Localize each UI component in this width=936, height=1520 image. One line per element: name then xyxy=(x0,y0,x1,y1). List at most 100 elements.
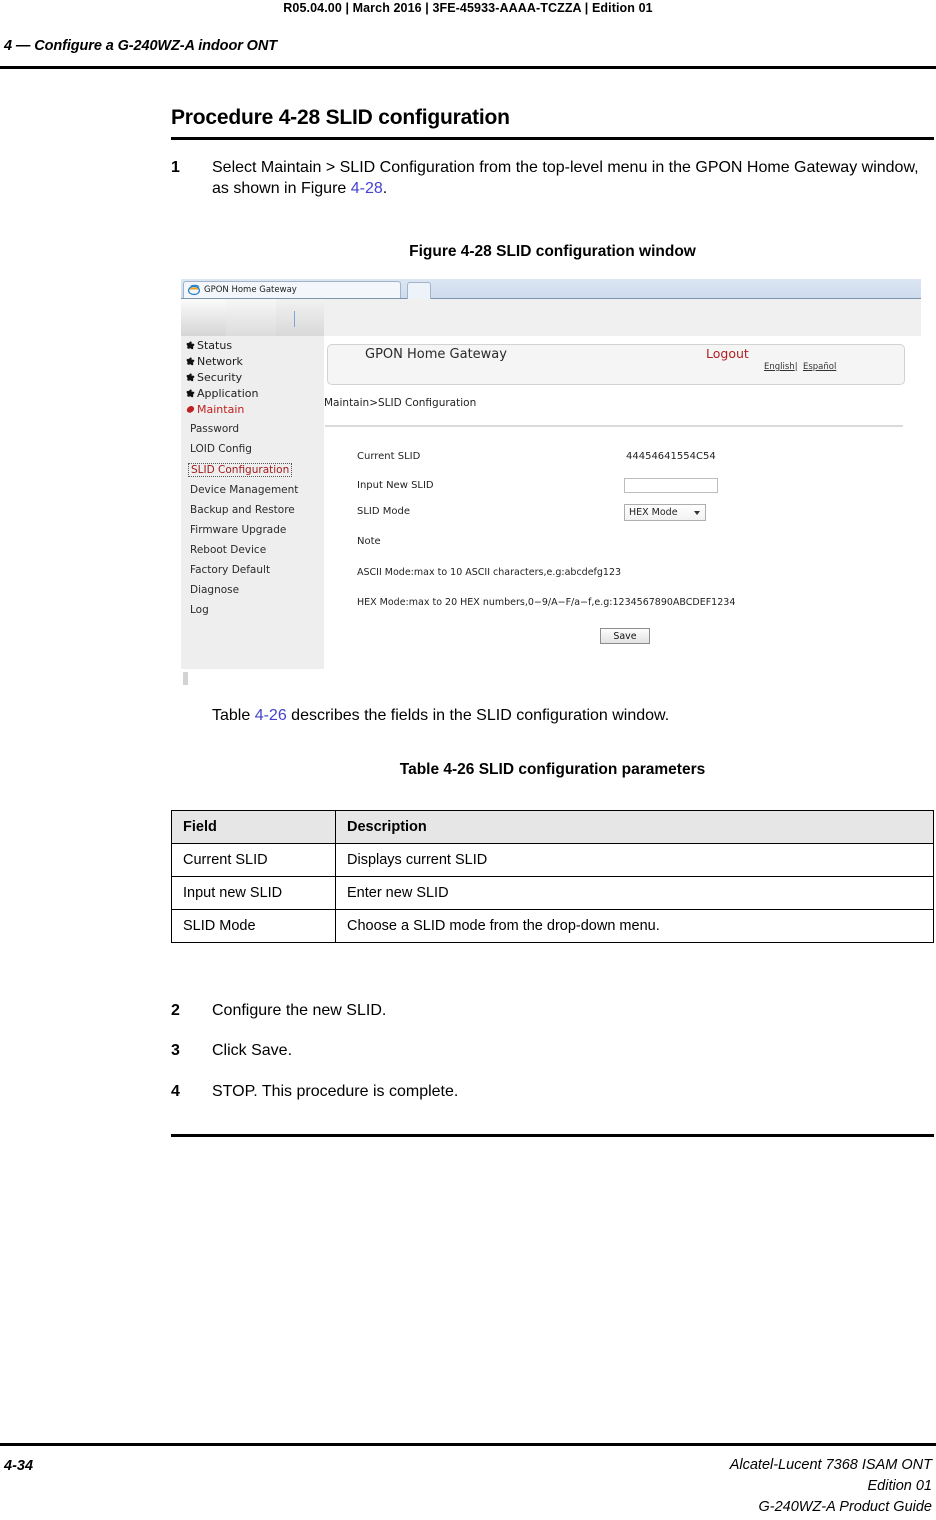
sidebar-group-label: Network xyxy=(197,355,243,368)
sidebar-item-loid-config[interactable]: LOID Config xyxy=(190,443,252,455)
procedure-step-3: 3 Click Save. xyxy=(171,1040,934,1061)
browser-toolbar-right-region xyxy=(276,299,324,336)
cell-field: SLID Mode xyxy=(171,909,336,943)
current-slid-value: 44454641554C54 xyxy=(626,451,716,462)
procedure-end-rule xyxy=(171,1134,934,1137)
sidebar-item-password[interactable]: Password xyxy=(190,423,239,435)
sidebar-group-label: Maintain xyxy=(197,403,245,416)
footer-rule xyxy=(0,1443,936,1446)
expand-plus-icon xyxy=(186,357,195,366)
sidebar xyxy=(181,336,324,669)
header-rule xyxy=(0,66,936,69)
cell-field: Input new SLID xyxy=(171,876,336,910)
footer-line-1: Alcatel-Lucent 7368 ISAM ONT xyxy=(729,1457,932,1473)
step-text: STOP. This procedure is complete. xyxy=(212,1083,459,1100)
input-new-slid-label: Input New SLID xyxy=(357,480,434,491)
current-slid-label: Current SLID xyxy=(357,451,421,462)
slid-mode-selected-value: HEX Mode xyxy=(629,507,678,518)
sidebar-item-log[interactable]: Log xyxy=(190,604,209,616)
table-row: Current SLID Displays current SLID xyxy=(171,843,934,877)
step-text: Click Save. xyxy=(212,1042,293,1059)
sidebar-group-security[interactable]: Security xyxy=(186,371,242,384)
collapse-minus-icon xyxy=(186,406,195,413)
save-button[interactable]: Save xyxy=(600,628,650,644)
new-tab-button[interactable] xyxy=(407,282,431,299)
footer-line-2: Edition 01 xyxy=(867,1478,933,1495)
sidebar-group-label: Security xyxy=(197,371,243,384)
sidebar-group-application[interactable]: Application xyxy=(186,387,258,400)
running-head: 4 — Configure a G-240WZ-A indoor ONT xyxy=(4,38,277,54)
sidebar-group-maintain[interactable]: Maintain xyxy=(186,403,244,416)
page-title: Procedure 4-28 SLID configuration xyxy=(171,106,510,129)
sidebar-item-factory-default[interactable]: Factory Default xyxy=(190,564,270,576)
footer-product-info: Alcatel-Lucent 7368 ISAM ONT Edition 01 … xyxy=(730,1455,932,1518)
sidebar-group-network[interactable]: Network xyxy=(186,355,243,368)
browser-tab[interactable]: GPON Home Gateway xyxy=(183,281,401,298)
cell-field: Current SLID xyxy=(171,843,336,877)
table-header-row: Field Description xyxy=(171,810,934,844)
column-header-description: Description xyxy=(335,810,934,844)
step-number: 2 xyxy=(171,1002,180,1019)
browser-tab-title: GPON Home Gateway xyxy=(204,285,297,295)
page-number: 4-34 xyxy=(4,1458,34,1474)
expand-plus-icon xyxy=(186,389,195,398)
document-id-line: R05.04.00 | March 2016 | 3FE-45933-AAAA-… xyxy=(283,1,653,15)
procedure-step-4: 4 STOP. This procedure is complete. xyxy=(171,1081,934,1102)
table-cross-reference[interactable]: 4-26 xyxy=(255,707,287,724)
cell-description: Choose a SLID mode from the drop-down me… xyxy=(335,909,934,943)
step-text: Configure the new SLID. xyxy=(212,1002,387,1019)
content-divider xyxy=(325,425,903,427)
figure-screenshot: GPON Home Gateway Status Network Securit… xyxy=(181,279,921,689)
cell-description: Displays current SLID xyxy=(335,843,934,877)
text-cursor xyxy=(294,311,295,327)
note-hex-mode: HEX Mode:max to 20 HEX numbers,0−9/A−F/a… xyxy=(357,597,736,608)
table-row: Input new SLID Enter new SLID xyxy=(171,876,934,910)
sidebar-group-label: Application xyxy=(197,387,259,400)
figure-cross-reference[interactable]: 4-28 xyxy=(351,180,383,197)
internet-explorer-icon xyxy=(188,284,200,296)
note-ascii-mode: ASCII Mode:max to 10 ASCII characters,e.… xyxy=(357,567,622,578)
sidebar-item-diagnose[interactable]: Diagnose xyxy=(190,584,239,596)
sidebar-item-slid-configuration[interactable]: SLID Configuration xyxy=(188,463,293,477)
table-lead-after: describes the fields in the SLID configu… xyxy=(286,707,670,724)
parameters-table: Field Description Current SLID Displays … xyxy=(171,810,934,943)
breadcrumb: Maintain>SLID Configuration xyxy=(324,397,477,409)
expand-plus-icon xyxy=(186,373,195,382)
chevron-down-icon xyxy=(694,511,700,515)
note-label: Note xyxy=(357,536,381,547)
procedure-rule xyxy=(171,137,934,140)
sidebar-group-status[interactable]: Status xyxy=(186,339,232,352)
logout-link[interactable]: Logout xyxy=(706,346,749,361)
language-switcher: English| Español xyxy=(764,362,836,372)
sidebar-item-reboot-device[interactable]: Reboot Device xyxy=(190,544,266,556)
step-text-after: . xyxy=(382,180,388,198)
table-caption: Table 4-26 SLID configuration parameters xyxy=(399,761,706,778)
language-spanish-link[interactable]: Español xyxy=(803,362,836,372)
table-lead-in: Table 4-26 describes the fields in the S… xyxy=(212,707,669,725)
figure-caption: Figure 4-28 SLID configuration window xyxy=(409,243,696,260)
expand-plus-icon xyxy=(186,341,195,350)
table-row: SLID Mode Choose a SLID mode from the dr… xyxy=(171,909,934,943)
sidebar-item-backup-and-restore[interactable]: Backup and Restore xyxy=(190,504,295,516)
step-text-before: Select Maintain > SLID Configuration fro… xyxy=(212,159,919,198)
app-title: GPON Home Gateway xyxy=(365,347,507,362)
table-lead-before: Table xyxy=(212,707,255,724)
footer-line-3: G-240WZ-A Product Guide xyxy=(758,1499,932,1516)
cell-description: Enter new SLID xyxy=(335,876,934,910)
procedure-step-1: 1 Select Maintain > SLID Configuration f… xyxy=(171,157,934,199)
step-number: 1 xyxy=(171,159,180,176)
column-header-field: Field xyxy=(171,810,336,844)
sidebar-scroll-stub xyxy=(183,672,188,685)
procedure-step-2: 2 Configure the new SLID. xyxy=(171,1000,934,1021)
browser-toolbar-mid-region xyxy=(226,299,276,336)
step-text: Select Maintain > SLID Configuration fro… xyxy=(212,157,934,199)
language-english-link[interactable]: English xyxy=(764,362,795,372)
slid-mode-select[interactable]: HEX Mode xyxy=(624,504,706,521)
input-new-slid-field[interactable] xyxy=(624,478,718,493)
slid-mode-label: SLID Mode xyxy=(357,506,410,517)
sidebar-group-label: Status xyxy=(197,339,233,352)
content-pane: GPON Home Gateway Logout English| Españo… xyxy=(324,336,921,689)
language-separator: | xyxy=(794,362,798,372)
sidebar-item-device-management[interactable]: Device Management xyxy=(190,484,298,496)
sidebar-item-firmware-upgrade[interactable]: Firmware Upgrade xyxy=(190,524,286,536)
